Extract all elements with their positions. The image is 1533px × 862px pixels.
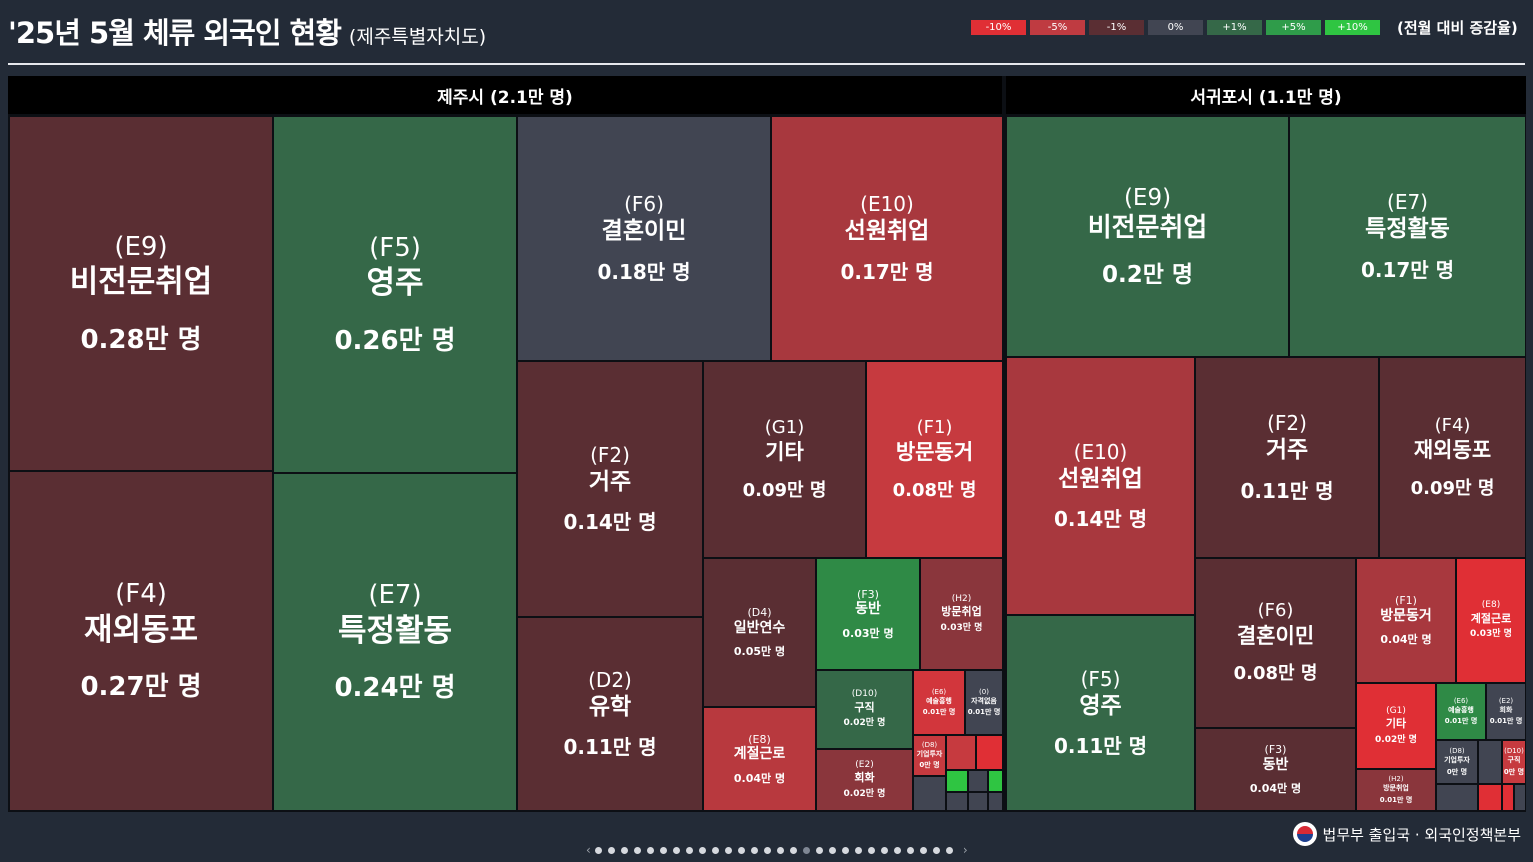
- pager-dot[interactable]: [919, 846, 927, 854]
- pager-dot[interactable]: [828, 846, 836, 854]
- region-header-jeju: 제주시 (2.1만 명): [8, 76, 1002, 114]
- treemap-cell[interactable]: (D2) 유학 0.11만 명: [517, 617, 703, 811]
- legend-swatch: +5%: [1266, 20, 1321, 35]
- treemap-cell[interactable]: (F3) 동반 0.03만 명: [816, 558, 920, 670]
- title-subtitle: (제주특별자치도): [348, 26, 487, 48]
- title-main: '25년 5월 체류 외국인 현황: [8, 16, 342, 50]
- treemap-cell[interactable]: (F3) 동반 0.04만 명: [1195, 728, 1356, 811]
- footer-org: 법무부 출입국 · 외국인정책본부: [1322, 825, 1521, 844]
- pager-prev-icon[interactable]: ‹: [586, 843, 591, 857]
- treemap-cell-small[interactable]: [976, 735, 1003, 770]
- region-header-seogwipo: 서귀포시 (1.1만 명): [1006, 76, 1526, 114]
- treemap-cell-small[interactable]: [968, 770, 988, 792]
- treemap-cell[interactable]: (E6) 예술흥행 0.01만 명: [1436, 683, 1486, 740]
- treemap-cell-small[interactable]: [988, 770, 1003, 792]
- treemap-cell[interactable]: (F5) 영주 0.11만 명: [1006, 615, 1195, 811]
- treemap-cell[interactable]: (H2) 방문취업 0.03만 명: [920, 558, 1003, 670]
- pager-dot[interactable]: [607, 846, 615, 854]
- treemap-cell[interactable]: (F6) 결혼이민 0.18만 명: [517, 116, 771, 361]
- treemap-cell[interactable]: (H2) 방문취업 0.01만 명: [1356, 769, 1436, 811]
- treemap-cell[interactable]: (G1) 기타 0.09만 명: [703, 361, 866, 558]
- treemap-cell-small[interactable]: [1478, 784, 1502, 811]
- pager-dot[interactable]: [763, 846, 771, 854]
- treemap-cell[interactable]: (E7) 특정활동 0.17만 명: [1289, 116, 1526, 357]
- pager-dot[interactable]: [620, 846, 628, 854]
- pager-dot[interactable]: [646, 846, 654, 854]
- pager-dot[interactable]: [789, 846, 797, 854]
- treemap-cell-small[interactable]: [946, 735, 976, 770]
- treemap-cell[interactable]: (E8) 계절근로 0.03만 명: [1456, 558, 1526, 683]
- treemap-cell[interactable]: (E6) 예술흥행 0.01만 명: [913, 670, 965, 735]
- title-divider: [8, 63, 1525, 65]
- treemap-cell[interactable]: (E2) 회화 0.01만 명: [1486, 683, 1526, 740]
- pager-dot[interactable]: [711, 846, 719, 854]
- pager-dot[interactable]: [893, 846, 901, 854]
- pager-next-icon[interactable]: ›: [963, 843, 968, 857]
- pager-dot[interactable]: [802, 846, 810, 854]
- pager-dot[interactable]: [841, 846, 849, 854]
- pager-dot[interactable]: [698, 846, 706, 854]
- pager-dot[interactable]: [594, 846, 602, 854]
- treemap: 제주시 (2.1만 명) 서귀포시 (1.1만 명) (E9) 비전문취업 0.28…: [8, 76, 1526, 812]
- slide-pager: ‹ ›: [582, 843, 972, 857]
- treemap-cell-small[interactable]: [1514, 784, 1526, 811]
- pager-dot[interactable]: [932, 846, 940, 854]
- treemap-cell[interactable]: (D8) 기업투자 0만 명: [913, 735, 946, 776]
- pager-dot[interactable]: [880, 846, 888, 854]
- treemap-cell[interactable]: (F2) 거주 0.11만 명: [1195, 357, 1379, 558]
- pager-dot[interactable]: [750, 846, 758, 854]
- pager-dot[interactable]: [776, 846, 784, 854]
- color-legend: -10% -5% -1% 0% +1% +5% +10%: [971, 20, 1384, 35]
- treemap-cell[interactable]: (E7) 특정활동 0.24만 명: [273, 473, 517, 811]
- pager-dot[interactable]: [737, 846, 745, 854]
- treemap-cell[interactable]: (E9) 비전문취업 0.28만 명: [9, 116, 273, 471]
- treemap-cell-small[interactable]: [913, 776, 946, 811]
- legend-swatch: +1%: [1207, 20, 1262, 35]
- taegeuk-emblem-icon: [1292, 822, 1317, 846]
- treemap-cell[interactable]: (G1) 기타 0.02만 명: [1356, 683, 1436, 769]
- treemap-cell[interactable]: (E2) 회화 0.02만 명: [816, 749, 913, 811]
- treemap-cell-small[interactable]: [1502, 784, 1514, 811]
- pager-dot[interactable]: [659, 846, 667, 854]
- legend-swatch: -10%: [971, 20, 1026, 35]
- pager-dot[interactable]: [815, 846, 823, 854]
- treemap-cell[interactable]: (F2) 거주 0.14만 명: [517, 361, 703, 617]
- treemap-cell[interactable]: (D10) 구직 0만 명: [1502, 740, 1526, 784]
- treemap-cell[interactable]: (E10) 선원취업 0.14만 명: [1006, 357, 1195, 615]
- treemap-cell-small[interactable]: [946, 770, 968, 792]
- legend-swatch: +10%: [1325, 20, 1380, 35]
- pager-dot[interactable]: [945, 846, 953, 854]
- legend-swatch: 0%: [1148, 20, 1203, 35]
- treemap-cell[interactable]: (D4) 일반연수 0.05만 명: [703, 558, 816, 707]
- pager-dot[interactable]: [854, 846, 862, 854]
- pager-dot[interactable]: [685, 846, 693, 854]
- treemap-cell[interactable]: (D10) 구직 0.02만 명: [816, 670, 913, 749]
- treemap-cell-small[interactable]: [988, 792, 1003, 811]
- treemap-cell[interactable]: (E10) 선원취업 0.17만 명: [771, 116, 1003, 361]
- treemap-cell[interactable]: (F4) 재외동포 0.27만 명: [9, 471, 273, 811]
- treemap-cell[interactable]: (E8) 계절근로 0.04만 명: [703, 707, 816, 811]
- pager-dot[interactable]: [906, 846, 914, 854]
- treemap-cell-small[interactable]: [946, 792, 968, 811]
- treemap-cell[interactable]: (D8) 기업투자 0만 명: [1436, 740, 1478, 784]
- legend-caption: (전월 대비 증감율): [1397, 19, 1518, 37]
- pager-dot[interactable]: [724, 846, 732, 854]
- pager-dot[interactable]: [633, 846, 641, 854]
- footer-credit: 법무부 출입국 · 외국인정책본부: [1292, 822, 1521, 846]
- treemap-cell-small[interactable]: [1478, 740, 1502, 784]
- treemap-cell[interactable]: (E9) 비전문취업 0.2만 명: [1006, 116, 1289, 357]
- treemap-cell[interactable]: (F4) 재외동포 0.09만 명: [1379, 357, 1526, 558]
- treemap-cell[interactable]: (F1) 방문동거 0.08만 명: [866, 361, 1003, 558]
- treemap-cell[interactable]: (0) 자격없음 0.01만 명: [965, 670, 1003, 735]
- legend-swatch: -5%: [1030, 20, 1085, 35]
- pager-dot[interactable]: [867, 846, 875, 854]
- treemap-cell-small[interactable]: [1436, 784, 1478, 811]
- treemap-cell[interactable]: (F5) 영주 0.26만 명: [273, 116, 517, 473]
- legend-swatch: -1%: [1089, 20, 1144, 35]
- treemap-cell-small[interactable]: [968, 792, 988, 811]
- page-title: '25년 5월 체류 외국인 현황 (제주특별자치도): [8, 10, 486, 54]
- pager-dot[interactable]: [672, 846, 680, 854]
- treemap-cell[interactable]: (F6) 결혼이민 0.08만 명: [1195, 558, 1356, 728]
- treemap-cell[interactable]: (F1) 방문동거 0.04만 명: [1356, 558, 1456, 683]
